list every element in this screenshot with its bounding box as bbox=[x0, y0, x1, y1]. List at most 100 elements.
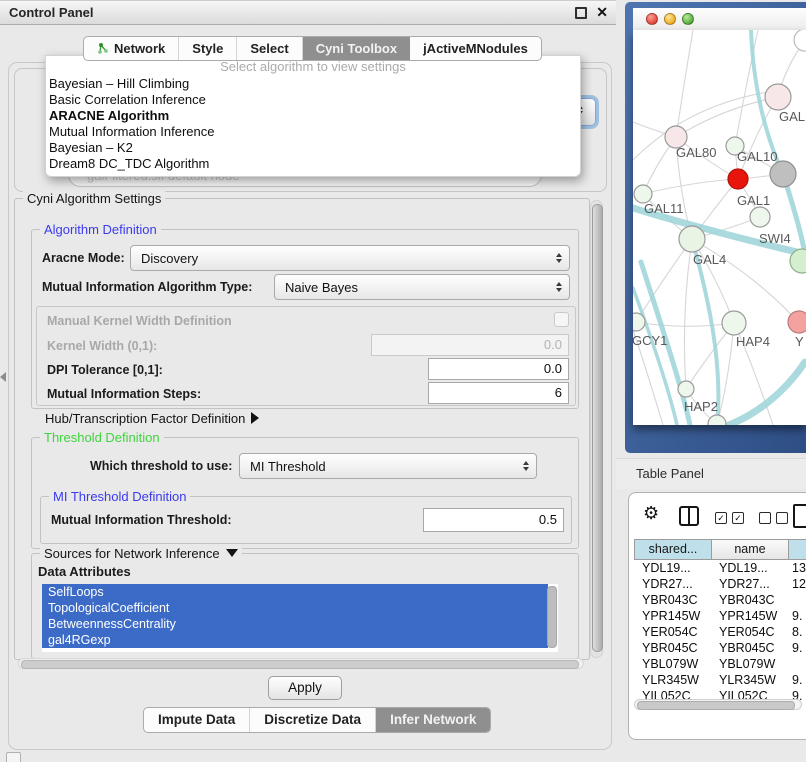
mi-type-label: Mutual Information Algorithm Type: bbox=[42, 280, 252, 294]
network-node[interactable] bbox=[770, 161, 796, 187]
algorithm-option[interactable]: Bayesian – Hill Climbing bbox=[46, 76, 580, 92]
algorithm-option[interactable]: Dream8 DC_TDC Algorithm bbox=[46, 156, 580, 172]
sources-group-title[interactable]: Sources for Network Inference bbox=[40, 546, 242, 561]
vscroll-thumb[interactable] bbox=[592, 204, 603, 652]
tab-network[interactable]: Network bbox=[84, 37, 179, 60]
column-header-shared[interactable]: shared... bbox=[635, 540, 712, 559]
table-cell: YER054C bbox=[711, 624, 788, 640]
mi-steps-field[interactable]: 6 bbox=[428, 382, 569, 404]
panel-collapse-arrow-icon[interactable] bbox=[0, 372, 6, 382]
which-threshold-combo[interactable]: MI Threshold bbox=[239, 453, 537, 479]
algorithm-option[interactable]: Mutual Information Inference bbox=[46, 124, 580, 140]
algorithm-option[interactable]: Basic Correlation Inference bbox=[46, 92, 580, 108]
tab-jactivemnodules[interactable]: jActiveMNodules bbox=[410, 37, 541, 60]
column-header-name[interactable]: name bbox=[712, 540, 789, 559]
network-canvas[interactable]: GALGAL80GAL10GAL1GAL11SWI4GAL4GCY1HAP4YH… bbox=[633, 30, 806, 425]
algorithm-option[interactable]: ARACNE Algorithm bbox=[46, 108, 580, 124]
table-row[interactable]: YPR145WYPR145W9. bbox=[634, 608, 806, 624]
table-panel-card: ⚙ ✓✓ shared...name YDL19...YDL19...13YDR… bbox=[628, 492, 806, 740]
tab-cyni-toolbox[interactable]: Cyni Toolbox bbox=[303, 37, 410, 60]
tab-discretize-data[interactable]: Discretize Data bbox=[250, 708, 376, 732]
table-cell: YPR145W bbox=[634, 608, 711, 624]
settings-horizontal-scrollbar[interactable] bbox=[18, 658, 584, 669]
aracne-mode-combo[interactable]: Discovery bbox=[130, 245, 570, 271]
combo-arrows-icon bbox=[556, 253, 562, 263]
mi-type-combo[interactable]: Naive Bayes bbox=[274, 274, 570, 300]
data-attribute-item[interactable]: gal4RGexp bbox=[42, 632, 548, 648]
table-header-row: shared...name bbox=[634, 539, 806, 560]
network-node-gal4[interactable] bbox=[679, 226, 705, 252]
apply-button[interactable]: Apply bbox=[268, 676, 342, 700]
table-row[interactable]: YLR345WYLR345W9. bbox=[634, 672, 806, 688]
table-row[interactable]: YDR27...YDR27...12 bbox=[634, 576, 806, 592]
combo-arrows-icon bbox=[523, 461, 529, 471]
network-node-label: HAP2 bbox=[684, 399, 718, 414]
column-layout-icon[interactable] bbox=[679, 506, 699, 526]
tab-infer-network[interactable]: Infer Network bbox=[376, 708, 490, 732]
settings-group-title: Cyni Algorithm Settings bbox=[23, 191, 165, 206]
threshold-definition-group: Threshold Definition Which threshold to … bbox=[31, 437, 579, 549]
table-row[interactable]: YER054CYER054C8. bbox=[634, 624, 806, 640]
table-cell: YBR043C bbox=[634, 592, 711, 608]
tab-style[interactable]: Style bbox=[179, 37, 237, 60]
table-panel-titlebar: Table Panel bbox=[616, 458, 806, 489]
algorithm-option[interactable]: Bayesian – K2 bbox=[46, 140, 580, 156]
table-row[interactable]: YDL19...YDL19...13 bbox=[634, 560, 806, 576]
network-node-label: HAP4 bbox=[736, 334, 770, 349]
control-panel-tabs: Network Style SelectCyni ToolboxjActiveMNo… bbox=[83, 36, 542, 61]
kernel-width-label: Kernel Width (0,1): bbox=[47, 339, 157, 353]
tab-label: Network bbox=[114, 37, 165, 60]
mi-threshold-field[interactable]: 0.5 bbox=[423, 508, 564, 532]
gear-icon[interactable]: ⚙ bbox=[643, 503, 659, 524]
network-node-gal1[interactable] bbox=[728, 169, 748, 189]
dpi-tolerance-field[interactable]: 0.0 bbox=[428, 358, 569, 380]
network-node-swi4[interactable] bbox=[750, 207, 770, 227]
table-cell: 9. bbox=[788, 640, 806, 656]
minimize-traffic-light-icon[interactable] bbox=[664, 13, 676, 25]
float-panel-icon[interactable] bbox=[575, 7, 587, 19]
kernel-subpanel: Manual Kernel Width Definition Kernel Wi… bbox=[36, 306, 576, 406]
table-row[interactable]: YBL079WYBL079W bbox=[634, 656, 806, 672]
zoom-traffic-light-icon[interactable] bbox=[682, 13, 694, 25]
cyni-bottom-tabs: Impute DataDiscretize DataInfer Network bbox=[143, 707, 491, 733]
data-attribute-item[interactable]: TopologicalCoefficient bbox=[42, 600, 548, 616]
table-row[interactable]: YBR045CYBR045C9. bbox=[634, 640, 806, 656]
network-node-gcy1[interactable] bbox=[633, 313, 645, 331]
network-node[interactable] bbox=[794, 30, 806, 51]
close-traffic-light-icon[interactable] bbox=[646, 13, 658, 25]
tab-select[interactable]: Select bbox=[237, 37, 302, 60]
settings-vertical-scrollbar[interactable] bbox=[590, 200, 603, 658]
close-icon[interactable]: ✕ bbox=[596, 2, 608, 23]
network-node-hap2[interactable] bbox=[678, 381, 694, 397]
data-attribute-item[interactable]: SelfLoops bbox=[42, 584, 548, 600]
network-node-label: GAL1 bbox=[737, 193, 770, 208]
table-horizontal-scrollbar[interactable] bbox=[634, 699, 802, 710]
expand-right-icon bbox=[251, 412, 259, 424]
deselect-all-checkboxes-icon[interactable] bbox=[759, 512, 788, 524]
hscroll-thumb[interactable] bbox=[21, 660, 579, 669]
network-node-y[interactable] bbox=[788, 311, 806, 333]
algorithm-dropdown-popup: Select algorithm to view settings Bayesi… bbox=[45, 55, 581, 177]
algorithm-definition-title: Algorithm Definition bbox=[40, 222, 161, 237]
table-hscroll-thumb[interactable] bbox=[637, 701, 795, 710]
mi-threshold-group-title: MI Threshold Definition bbox=[49, 489, 190, 504]
app-root: Control Panel ✕ galFiltered.sif default … bbox=[0, 0, 806, 762]
table-body: YDL19...YDL19...13YDR27...YDR27...12YBR0… bbox=[634, 560, 806, 704]
data-attribute-item[interactable]: BetweennessCentrality bbox=[42, 616, 548, 632]
column-header[interactable] bbox=[789, 540, 806, 559]
table-cell: YDR27... bbox=[634, 576, 711, 592]
tab-label: Style bbox=[192, 37, 223, 60]
table-row[interactable]: YBR043CYBR043C bbox=[634, 592, 806, 608]
list-scrollbar[interactable] bbox=[547, 586, 557, 648]
table-cell: 8. bbox=[788, 624, 806, 640]
kernel-width-field: 0.0 bbox=[371, 334, 569, 356]
dpi-tolerance-label: DPI Tolerance [0,1]: bbox=[47, 363, 163, 377]
mi-type-value: Naive Bayes bbox=[285, 280, 556, 295]
select-all-checkboxes-icon[interactable]: ✓✓ bbox=[715, 512, 744, 524]
tab-impute-data[interactable]: Impute Data bbox=[144, 708, 250, 732]
network-node-gal[interactable] bbox=[765, 84, 791, 110]
export-table-icon[interactable] bbox=[793, 504, 806, 528]
network-node-hap4[interactable] bbox=[722, 311, 746, 335]
network-node[interactable] bbox=[708, 415, 726, 425]
hub-tf-definition-toggle[interactable]: Hub/Transcription Factor Definition bbox=[45, 411, 259, 426]
